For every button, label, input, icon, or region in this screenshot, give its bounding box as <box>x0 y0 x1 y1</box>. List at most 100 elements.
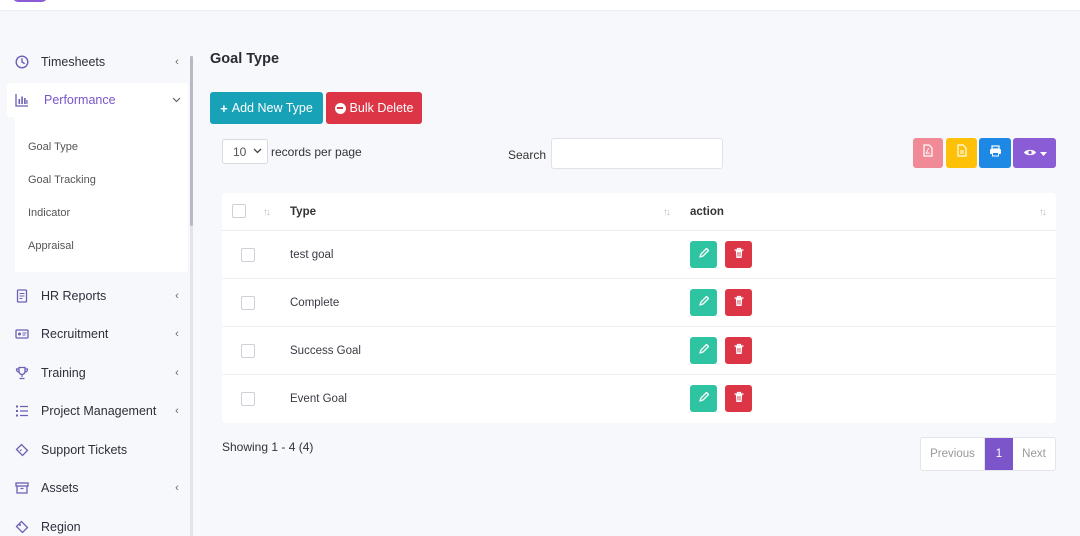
delete-button[interactable] <box>725 289 752 316</box>
sidebar-item-label: Performance <box>44 93 116 107</box>
sidebar-item-label: Training <box>41 366 86 380</box>
records-per-page-value: 10 <box>233 144 247 159</box>
ticket-icon <box>15 443 29 457</box>
page-1-button[interactable]: 1 <box>985 438 1013 470</box>
records-per-page-label: records per page <box>271 145 362 159</box>
sidebar-item-label: Timesheets <box>41 55 106 69</box>
chevron-down-icon <box>253 146 262 156</box>
tag-icon <box>15 520 29 534</box>
type-cell: Complete <box>290 297 340 309</box>
trash-icon <box>733 390 745 408</box>
archive-icon <box>15 481 29 495</box>
submenu-appraisal[interactable]: Appraisal <box>28 240 74 252</box>
row-checkbox[interactable] <box>241 392 255 406</box>
type-cell: test goal <box>290 249 334 261</box>
sidebar-item-label: Project Management <box>41 404 157 418</box>
column-header-action[interactable]: action <box>690 206 724 218</box>
edit-button[interactable] <box>690 337 717 364</box>
table-header: ↑↓ Type ↑↓ action ↑↓ <box>222 193 1056 231</box>
sidebar-item-label: Support Tickets <box>41 443 128 457</box>
chevron-left-icon: ‹ <box>175 56 179 68</box>
sidebar-item-label: Region <box>41 520 81 534</box>
bar-chart-icon <box>15 93 29 107</box>
table-row: Success Goal <box>222 327 1056 375</box>
export-csv-button[interactable] <box>946 138 977 168</box>
bulk-delete-button[interactable]: Bulk Delete <box>326 92 422 124</box>
next-page-button[interactable]: Next <box>1013 438 1055 470</box>
pencil-icon <box>698 246 710 264</box>
sidebar-item-region[interactable]: Region <box>0 510 188 536</box>
delete-button[interactable] <box>725 385 752 412</box>
column-header-type[interactable]: Type <box>290 206 316 218</box>
brand-logo[interactable] <box>13 0 47 2</box>
column-visibility-button[interactable] <box>1013 138 1056 168</box>
top-navbar <box>0 0 1080 11</box>
sidebar-item-training[interactable]: Training ‹ <box>0 356 188 390</box>
sidebar-item-label: Recruitment <box>41 327 109 341</box>
trash-icon <box>733 342 745 360</box>
row-checkbox[interactable] <box>241 344 255 358</box>
add-new-type-button[interactable]: + Add New Type <box>210 92 323 124</box>
sidebar-item-assets[interactable]: Assets ‹ <box>0 471 188 505</box>
chevron-left-icon: ‹ <box>175 328 179 340</box>
table-row: Complete <box>222 279 1056 327</box>
edit-button[interactable] <box>690 241 717 268</box>
clock-icon <box>15 55 29 69</box>
trash-icon <box>733 246 745 264</box>
sort-icon[interactable]: ↑↓ <box>1039 207 1047 218</box>
sidebar-item-hr-reports[interactable]: HR Reports ‹ <box>0 279 188 313</box>
search-input[interactable] <box>551 138 723 169</box>
submenu-goal-type[interactable]: Goal Type <box>28 141 78 153</box>
bulk-delete-label: Bulk Delete <box>349 101 414 115</box>
records-per-page-select[interactable]: 10 <box>222 139 268 164</box>
caret-down-icon <box>1039 144 1047 162</box>
sidebar-item-recruitment[interactable]: Recruitment ‹ <box>0 317 188 351</box>
chevron-left-icon: ‹ <box>175 482 179 494</box>
page-title: Goal Type <box>210 51 280 67</box>
pencil-icon <box>698 390 710 408</box>
sidebar-item-timesheets[interactable]: Timesheets ‹ <box>0 45 188 79</box>
sidebar-item-support-tickets[interactable]: Support Tickets <box>0 433 188 467</box>
table-info: Showing 1 - 4 (4) <box>222 440 314 454</box>
sidebar-scrollbar[interactable] <box>190 56 193 536</box>
pdf-file-icon <box>922 144 934 162</box>
pencil-icon <box>698 342 710 360</box>
sidebar-item-label: HR Reports <box>41 289 107 303</box>
delete-button[interactable] <box>725 241 752 268</box>
id-card-icon <box>15 327 29 341</box>
csv-file-icon <box>956 144 968 162</box>
previous-page-button[interactable]: Previous <box>921 438 985 470</box>
delete-button[interactable] <box>725 337 752 364</box>
goal-type-table: ↑↓ Type ↑↓ action ↑↓ test goal Complete … <box>222 193 1056 423</box>
plus-icon: + <box>220 100 228 116</box>
trophy-icon <box>15 366 29 380</box>
chevron-left-icon: ‹ <box>175 367 179 379</box>
table-row: Event Goal <box>222 375 1056 423</box>
eye-icon <box>1023 144 1037 162</box>
sidebar-item-project-management[interactable]: Project Management ‹ <box>0 394 188 428</box>
performance-submenu: Goal Type Goal Tracking Indicator Apprai… <box>15 110 188 272</box>
submenu-indicator[interactable]: Indicator <box>28 207 70 219</box>
minus-circle-icon <box>334 102 346 114</box>
select-all-checkbox[interactable] <box>232 204 246 218</box>
row-checkbox[interactable] <box>241 248 255 262</box>
type-cell: Success Goal <box>290 345 361 357</box>
sidebar-item-label: Assets <box>41 481 79 495</box>
pencil-icon <box>698 294 710 312</box>
print-button[interactable] <box>979 138 1011 168</box>
submenu-goal-tracking[interactable]: Goal Tracking <box>28 174 96 186</box>
chevron-left-icon: ‹ <box>175 290 179 302</box>
row-checkbox[interactable] <box>241 296 255 310</box>
chevron-left-icon: ‹ <box>175 405 179 417</box>
edit-button[interactable] <box>690 385 717 412</box>
type-cell: Event Goal <box>290 393 347 405</box>
export-pdf-button[interactable] <box>913 138 943 168</box>
sort-icon[interactable]: ↑↓ <box>663 207 671 218</box>
pagination: Previous 1 Next <box>920 437 1056 471</box>
sort-icon[interactable]: ↑↓ <box>263 207 271 218</box>
table-row: test goal <box>222 231 1056 279</box>
search-label: Search <box>508 148 547 162</box>
add-new-type-label: Add New Type <box>231 101 313 115</box>
edit-button[interactable] <box>690 289 717 316</box>
scrollbar-thumb[interactable] <box>190 56 193 226</box>
